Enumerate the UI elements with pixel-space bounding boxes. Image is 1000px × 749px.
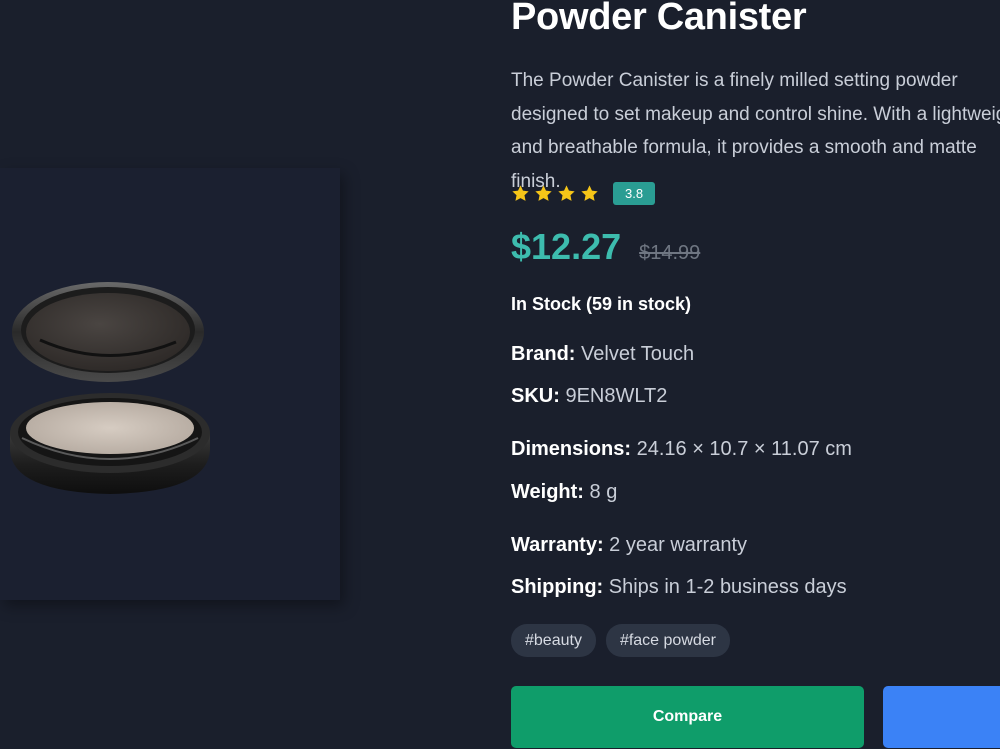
spec-dimensions-label: Dimensions: (511, 438, 632, 460)
tag-face-powder[interactable]: #face powder (605, 624, 730, 657)
spec-shipping-value: Ships in 1-2 business days (608, 576, 847, 598)
product-title: Powder Canister (511, 0, 807, 38)
spec-dimensions-value: 24.16 × 10.7 × 11.07 cm (636, 438, 852, 460)
spec-brand-label: Brand: (511, 343, 576, 365)
tag-list: #beauty #face powder (511, 624, 730, 657)
star-icon (535, 184, 552, 201)
original-price: $14.99 (639, 242, 701, 264)
product-description: The Powder Canister is a finely milled s… (511, 70, 1000, 192)
rating-row: 3.8 (511, 180, 656, 206)
rating-badge: 3.8 (613, 181, 656, 205)
spec-shipping: Shipping: Ships in 1-2 business days (511, 576, 847, 599)
spec-sku: SKU: 9EN8WLT2 (511, 385, 667, 408)
product-image (10, 282, 210, 494)
spec-dimensions: Dimensions: 24.16 × 10.7 × 11.07 cm (511, 438, 852, 461)
spec-weight-value: 8 g (589, 481, 618, 503)
spec-brand: Brand: Velvet Touch (511, 343, 694, 366)
compare-button[interactable]: Compare (511, 686, 864, 748)
stock-status: In Stock (59 in stock) (511, 294, 692, 314)
rating-stars (511, 184, 599, 203)
spec-sku-label: SKU: (511, 385, 560, 407)
product-page: Powder Canister The Powder Canister is a… (0, 0, 1000, 749)
primary-action-button[interactable] (883, 686, 1000, 748)
tag-beauty[interactable]: #beauty (511, 624, 596, 657)
product-details: Powder Canister The Powder Canister is a… (511, 0, 1000, 749)
spec-warranty-value: 2 year warranty (609, 534, 748, 556)
star-icon (581, 184, 598, 201)
spec-shipping-label: Shipping: (511, 576, 604, 598)
spec-weight-label: Weight: (511, 481, 584, 503)
spec-warranty: Warranty: 2 year warranty (511, 534, 747, 557)
star-icon (558, 184, 575, 201)
spec-brand-value: Velvet Touch (581, 343, 695, 365)
current-price: $12.27 (511, 226, 622, 267)
spec-weight: Weight: 8 g (511, 481, 617, 504)
spec-sku-value: 9EN8WLT2 (565, 385, 668, 407)
spec-warranty-label: Warranty: (511, 534, 604, 556)
star-icon (512, 184, 529, 201)
price-row: $12.27 $14.99 (511, 226, 700, 268)
